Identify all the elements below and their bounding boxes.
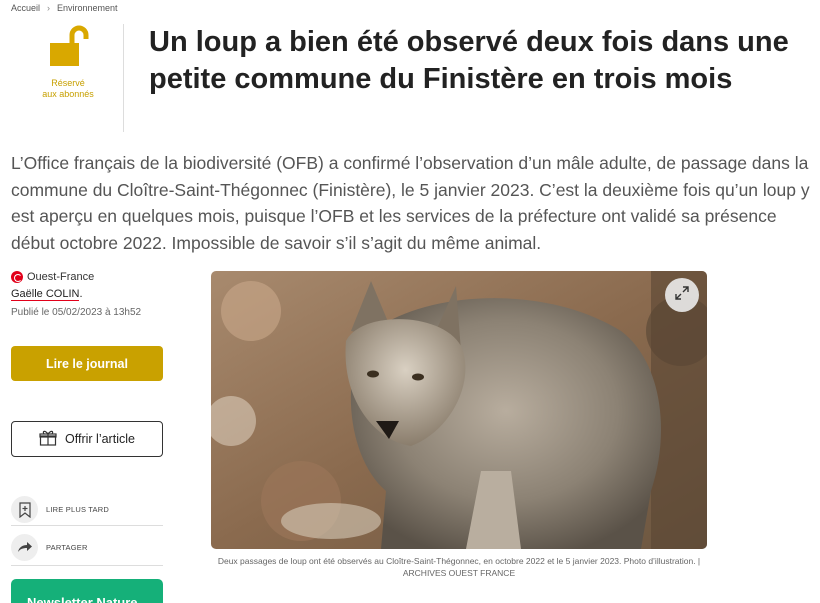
gift-article-label: Offrir l’article (65, 432, 135, 446)
article-chapo: L’Office français de la biodiversité (OF… (11, 153, 810, 253)
ouest-france-logo-icon (11, 271, 23, 283)
author: Gaëlle COLIN. (11, 288, 83, 301)
article-photo[interactable] (211, 271, 707, 549)
author-link[interactable]: Gaëlle COLIN (11, 288, 80, 301)
source: Ouest-France (11, 271, 94, 283)
photo-caption: Deux passages de loup ont été observés a… (217, 556, 701, 578)
share-label: PARTAGER (46, 542, 88, 552)
share-button[interactable]: PARTAGER (11, 531, 163, 563)
share-icon (11, 533, 38, 561)
source-name: Ouest-France (27, 271, 95, 283)
publication-date: Publié le 05/02/2023 à 13h52 (11, 307, 142, 318)
chevron-right-icon: › (47, 3, 51, 13)
divider (11, 565, 163, 566)
bookmark-add-icon (11, 496, 38, 523)
read-later-label: LIRE PLUS TARD (46, 505, 109, 514)
breadcrumb-home-link[interactable]: Accueil (11, 3, 40, 13)
premium-badge: Réservé aux abonnés (28, 24, 108, 100)
fullscreen-button[interactable] (665, 278, 699, 312)
newsletter-button[interactable]: Newsletter Nature (11, 579, 163, 603)
vertical-divider (123, 24, 124, 132)
read-later-button[interactable]: LIRE PLUS TARD (11, 494, 163, 526)
read-journal-button[interactable]: Lire le journal (11, 346, 163, 381)
article-title: Un loup a bien été observé deux fois dan… (149, 26, 789, 95)
gift-article-button[interactable]: Offrir l’article (11, 421, 163, 457)
gift-icon (39, 430, 57, 449)
breadcrumb: Accueil › Environnement (11, 3, 118, 13)
unlock-icon (28, 24, 108, 68)
premium-label: Réservé aux abonnés (42, 78, 94, 99)
breadcrumb-section-link[interactable]: Environnement (57, 3, 118, 13)
expand-icon (674, 285, 690, 306)
